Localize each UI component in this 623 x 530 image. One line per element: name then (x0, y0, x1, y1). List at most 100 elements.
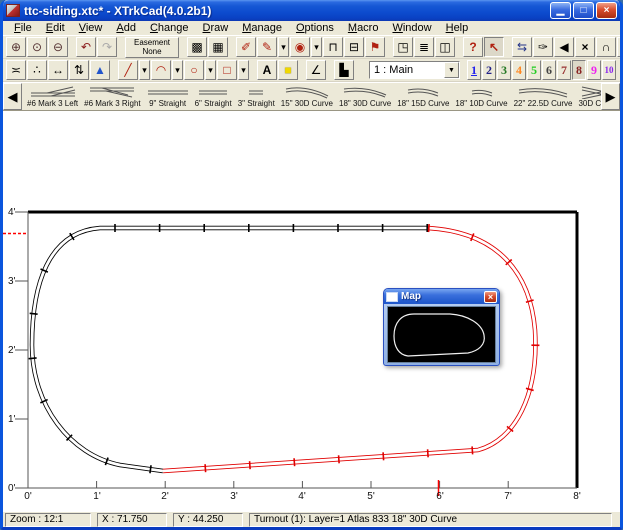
context-help-button[interactable]: ? (463, 37, 483, 57)
dropdown-icon: ▾ (314, 43, 319, 52)
draw-circle-button[interactable]: ○ (184, 60, 204, 80)
layer-button-4[interactable]: 4 (512, 60, 526, 80)
layout-canvas[interactable]: 4' 3' 2' 1' 0' 0' 1' 2' 3' 4' 5' 6' 7' 8… (3, 111, 620, 511)
menu-file[interactable]: File (7, 22, 39, 34)
menu-options[interactable]: Options (289, 22, 341, 34)
draw-curve-button[interactable]: ◠ (151, 60, 171, 80)
layer-button-2[interactable]: 2 (482, 60, 496, 80)
draw-line-dropdown[interactable]: ▾ (139, 60, 150, 80)
track-main[interactable] (32, 228, 428, 471)
hotbar-item-curve-18-10[interactable]: 18" 10D Curve (452, 84, 510, 109)
minimize-button[interactable]: ▁ (550, 2, 571, 19)
undo-button[interactable]: ↶ (76, 37, 96, 57)
turnout-designer-button[interactable]: ◳ (393, 37, 413, 57)
layer-button-6[interactable]: 6 (542, 60, 556, 80)
text-tool-button[interactable]: A (257, 60, 277, 80)
zoom-icon: ⊙ (32, 41, 42, 53)
turntable-button[interactable]: ⊓ (323, 37, 343, 57)
group-button[interactable]: ≣ (414, 37, 434, 57)
curve-track-button[interactable]: ✎ (257, 37, 277, 57)
layer-button-1[interactable]: 1 (467, 60, 481, 80)
flip-button[interactable]: ◀ (554, 37, 574, 57)
zoom-in-button[interactable]: ⊕ (6, 37, 26, 57)
profile-button[interactable]: ▲ (90, 60, 110, 80)
hotbar-item-turnout-right[interactable]: #6 Mark 3 Right (81, 84, 143, 109)
menu-change[interactable]: Change (143, 22, 196, 34)
layer-combobox[interactable]: 1 : Main ▼ (369, 61, 460, 79)
hotbar-item-curve-18-30[interactable]: 18" 30D Curve (336, 84, 394, 109)
layer-button-10[interactable]: 10 (602, 60, 616, 80)
hotbar-item-label: 9" Straight (149, 99, 186, 109)
tunnel-button[interactable]: ∩ (596, 37, 616, 57)
grid-button[interactable]: ▦ (208, 37, 228, 57)
modify-track-button[interactable]: ✑ (533, 37, 553, 57)
dimension-button[interactable]: ↔ (48, 60, 68, 80)
elevation-button[interactable]: ⇅ (69, 60, 89, 80)
close-icon: × (488, 292, 493, 302)
zoom-button[interactable]: ⊙ (27, 37, 47, 57)
hotbar-item-straight-9[interactable]: 9" Straight (144, 84, 192, 109)
ungroup-button[interactable]: ◫ (435, 37, 455, 57)
layer-combobox-arrow[interactable]: ▼ (444, 62, 459, 78)
titlebar[interactable]: ttc-siding.xtc* - XTrkCad(4.0.2b1) ▁ □ × (3, 0, 620, 21)
menu-view[interactable]: View (72, 22, 110, 34)
menu-window[interactable]: Window (385, 22, 438, 34)
snap-grid-button[interactable]: ▩ (187, 37, 207, 57)
layer-button-3[interactable]: 3 (497, 60, 511, 80)
close-button[interactable]: × (596, 2, 617, 19)
note-tool-button[interactable]: ■ (278, 60, 298, 80)
connect-track-button[interactable]: ≍ (6, 60, 26, 80)
hotbar-scroll-right-button[interactable]: ▶ (601, 83, 620, 110)
train-mode-button[interactable]: ▙ (334, 60, 354, 80)
connect-button[interactable]: × (575, 37, 595, 57)
hotbar-item-curve-22[interactable]: 22" 22.5D Curve (511, 84, 576, 109)
map-view[interactable] (387, 306, 496, 363)
menu-draw[interactable]: Draw (196, 22, 236, 34)
easement-button[interactable]: Easement None (125, 37, 179, 58)
draw-shape-dropdown[interactable]: ▾ (238, 60, 249, 80)
select-tool-button[interactable]: ↖ (484, 37, 504, 57)
menu-macro[interactable]: Macro (341, 22, 386, 34)
tunnel-icon: ∩ (602, 41, 611, 53)
hotbar-item-crossing[interactable]: 30D Crossing (575, 84, 601, 109)
layer-1-label: 1 (471, 64, 477, 76)
elevation-point-button[interactable]: ● (617, 37, 623, 57)
hotbar-item-curve-18-15[interactable]: 18" 15D Curve (394, 84, 452, 109)
left-ruler-ticks (15, 212, 28, 488)
curve-track-dropdown[interactable]: ▾ (278, 37, 289, 57)
menu-edit[interactable]: Edit (39, 22, 72, 34)
layer-button-9[interactable]: 9 (587, 60, 601, 80)
measure-button[interactable]: ∠ (306, 60, 326, 80)
map-titlebar[interactable]: Map × (384, 289, 499, 304)
structure-button[interactable]: ⊟ (344, 37, 364, 57)
hotbar-item-curve-15-30[interactable]: 15" 30D Curve (278, 84, 336, 109)
hotbar-item-straight-6[interactable]: 6" Straight (192, 84, 235, 109)
hotbar-item-turnout-left[interactable]: #6 Mark 3 Left (24, 84, 81, 109)
layer-button-5[interactable]: 5 (527, 60, 541, 80)
h-ruler-label-0: 0' (24, 491, 31, 502)
parallel-track-button[interactable]: ∴ (27, 60, 47, 80)
circle-track-button[interactable]: ◉ (290, 37, 310, 57)
maximize-button[interactable]: □ (573, 2, 594, 19)
menu-manage[interactable]: Manage (235, 22, 289, 34)
draw-circle-dropdown[interactable]: ▾ (205, 60, 216, 80)
chevron-down-icon: ▼ (448, 67, 455, 74)
split-track-button[interactable]: ⇆ (512, 37, 532, 57)
menu-add[interactable]: Add (109, 22, 143, 34)
layer-button-8[interactable]: 8 (572, 60, 586, 80)
zoom-out-button[interactable]: ⊖ (48, 37, 68, 57)
draw-line-button[interactable]: ╱ (118, 60, 138, 80)
layer-button-7[interactable]: 7 (557, 60, 571, 80)
statusbar: Zoom : 12:1 X : 71.750 Y : 44.250 Turnou… (3, 511, 620, 527)
draw-curve-dropdown[interactable]: ▾ (172, 60, 183, 80)
circle-track-dropdown[interactable]: ▾ (311, 37, 322, 57)
draw-shape-button[interactable]: □ (217, 60, 237, 80)
hotbar-scroll-left-button[interactable]: ◀ (3, 83, 22, 110)
map-close-button[interactable]: × (484, 291, 497, 303)
zoom-out-icon: ⊖ (53, 41, 63, 53)
menu-help[interactable]: Help (439, 22, 476, 34)
redo-button[interactable]: ↷ (97, 37, 117, 57)
signal-button[interactable]: ⚑ (365, 37, 385, 57)
straight-track-button[interactable]: ✐ (236, 37, 256, 57)
hotbar-item-straight-3[interactable]: 3" Straight (235, 84, 278, 109)
